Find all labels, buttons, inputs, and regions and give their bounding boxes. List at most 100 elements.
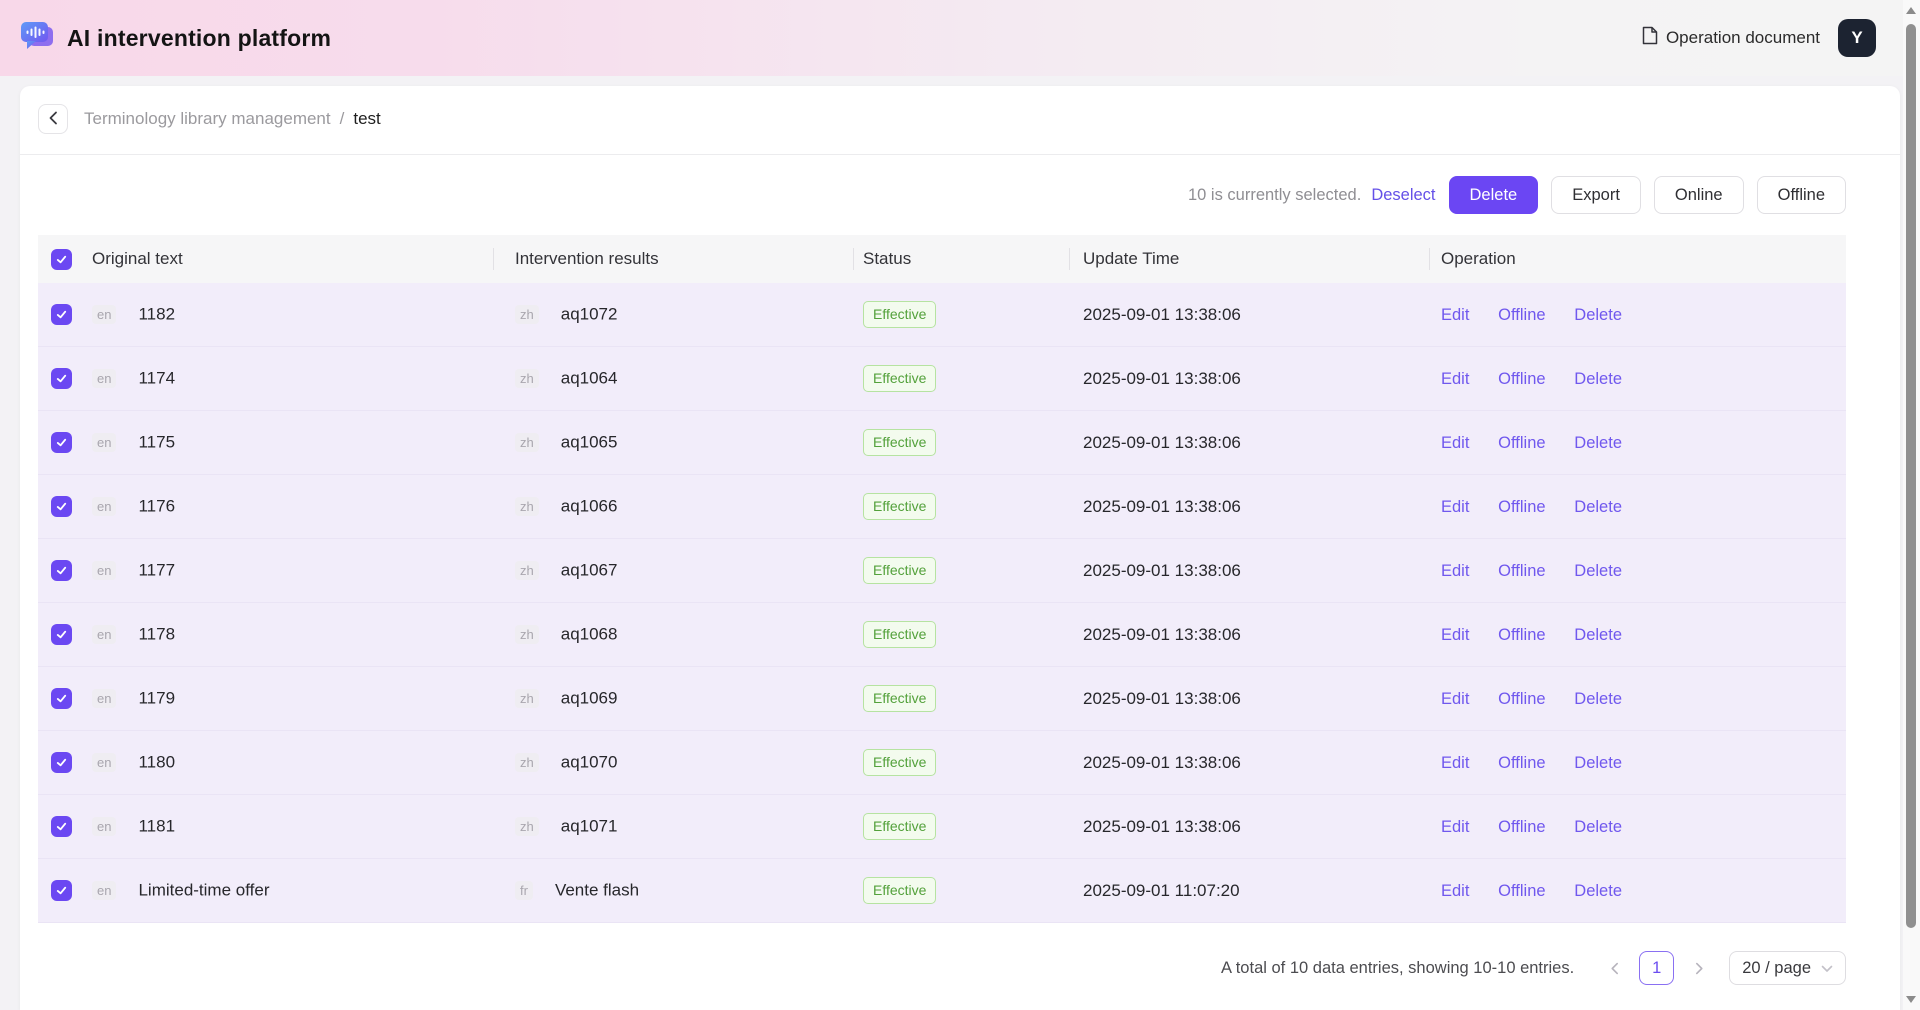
delete-link[interactable]: Delete	[1574, 754, 1622, 772]
edit-link[interactable]: Edit	[1441, 498, 1469, 516]
row-checkbox[interactable]	[51, 880, 72, 901]
update-time-cell: 2025-09-01 11:07:20	[1069, 881, 1429, 901]
edit-link[interactable]: Edit	[1441, 690, 1469, 708]
table-row: en1181 zhaq1071 Effective 2025-09-01 13:…	[38, 795, 1846, 859]
offline-link[interactable]: Offline	[1498, 434, 1545, 452]
status-badge: Effective	[863, 557, 936, 583]
delete-button[interactable]: Delete	[1449, 176, 1539, 214]
column-header-status: Status	[853, 235, 1069, 283]
select-all-checkbox[interactable]	[51, 249, 72, 270]
offline-link[interactable]: Offline	[1498, 498, 1545, 516]
offline-link[interactable]: Offline	[1498, 562, 1545, 580]
row-checkbox[interactable]	[51, 688, 72, 709]
deselect-link[interactable]: Deselect	[1371, 186, 1435, 205]
edit-link[interactable]: Edit	[1441, 626, 1469, 644]
avatar[interactable]: Y	[1838, 19, 1876, 57]
terminology-table: Original text Intervention results Statu…	[38, 235, 1846, 923]
original-text-value: 1176	[138, 497, 175, 516]
operation-document-link[interactable]: Operation document	[1642, 26, 1820, 50]
update-time-value: 2025-09-01 13:38:06	[1083, 625, 1241, 644]
online-button[interactable]: Online	[1654, 176, 1744, 214]
pagination: A total of 10 data entries, showing 10-1…	[1221, 951, 1846, 985]
row-checkbox[interactable]	[51, 624, 72, 645]
edit-link[interactable]: Edit	[1441, 754, 1469, 772]
row-checkbox[interactable]	[51, 432, 72, 453]
edit-link[interactable]: Edit	[1441, 434, 1469, 452]
edit-link[interactable]: Edit	[1441, 882, 1469, 900]
edit-link[interactable]: Edit	[1441, 818, 1469, 836]
status-badge: Effective	[863, 301, 936, 327]
back-button[interactable]	[38, 104, 68, 134]
target-lang-tag: zh	[515, 817, 539, 836]
table-row: en1180 zhaq1070 Effective 2025-09-01 13:…	[38, 731, 1846, 795]
offline-link[interactable]: Offline	[1498, 626, 1545, 644]
prev-page-button[interactable]	[1603, 962, 1625, 975]
original-text-value: 1175	[138, 433, 175, 452]
operation-cell: Edit Offline Delete	[1429, 561, 1846, 581]
intervention-result-cell: zhaq1070	[493, 752, 853, 773]
export-button[interactable]: Export	[1551, 176, 1641, 214]
operation-cell: Edit Offline Delete	[1429, 625, 1846, 645]
delete-link[interactable]: Delete	[1574, 690, 1622, 708]
status-badge: Effective	[863, 813, 936, 839]
row-checkbox[interactable]	[51, 496, 72, 517]
row-checkbox-cell	[38, 752, 84, 773]
delete-link[interactable]: Delete	[1574, 882, 1622, 900]
vertical-scrollbar[interactable]	[1903, 0, 1920, 1010]
update-time-cell: 2025-09-01 13:38:06	[1069, 369, 1429, 389]
delete-link[interactable]: Delete	[1574, 626, 1622, 644]
status-cell: Effective	[853, 749, 1069, 775]
offline-button[interactable]: Offline	[1757, 176, 1846, 214]
update-time-value: 2025-09-01 13:38:06	[1083, 305, 1241, 324]
breadcrumb-parent[interactable]: Terminology library management	[84, 109, 331, 129]
offline-link[interactable]: Offline	[1498, 306, 1545, 324]
row-checkbox[interactable]	[51, 304, 72, 325]
table-row: en1175 zhaq1065 Effective 2025-09-01 13:…	[38, 411, 1846, 475]
offline-link[interactable]: Offline	[1498, 754, 1545, 772]
original-text-cell: enLimited-time offer	[84, 880, 493, 901]
original-text-cell: en 1175	[84, 432, 493, 453]
delete-link[interactable]: Delete	[1574, 818, 1622, 836]
original-text-cell: en1178	[84, 624, 493, 645]
scroll-down-arrow-icon[interactable]	[1906, 996, 1916, 1003]
app-logo-icon	[20, 20, 54, 56]
page-size-select[interactable]: 20 / page	[1729, 951, 1846, 985]
page-1-button[interactable]: 1	[1639, 951, 1674, 985]
app-header: AI intervention platform Operation docum…	[0, 0, 1920, 76]
status-badge: Effective	[863, 749, 936, 775]
row-checkbox-cell	[38, 816, 84, 837]
delete-link[interactable]: Delete	[1574, 562, 1622, 580]
edit-link[interactable]: Edit	[1441, 306, 1469, 324]
intervention-result-cell: zhaq1068	[493, 624, 853, 645]
row-checkbox-cell	[38, 560, 84, 581]
delete-link[interactable]: Delete	[1574, 498, 1622, 516]
intervention-result-value: aq1068	[561, 625, 618, 644]
row-checkbox[interactable]	[51, 368, 72, 389]
status-badge: Effective	[863, 429, 936, 455]
status-badge: Effective	[863, 365, 936, 391]
intervention-result-value: aq1070	[561, 753, 618, 772]
delete-link[interactable]: Delete	[1574, 434, 1622, 452]
status-cell: Effective	[853, 493, 1069, 519]
row-checkbox[interactable]	[51, 816, 72, 837]
delete-link[interactable]: Delete	[1574, 370, 1622, 388]
row-checkbox[interactable]	[51, 560, 72, 581]
status-cell: Effective	[853, 877, 1069, 903]
offline-link[interactable]: Offline	[1498, 690, 1545, 708]
edit-link[interactable]: Edit	[1441, 562, 1469, 580]
row-checkbox[interactable]	[51, 752, 72, 773]
delete-link[interactable]: Delete	[1574, 306, 1622, 324]
offline-link[interactable]: Offline	[1498, 818, 1545, 836]
status-badge: Effective	[863, 685, 936, 711]
operation-cell: Edit Offline Delete	[1429, 497, 1846, 517]
next-page-button[interactable]	[1688, 962, 1710, 975]
offline-link[interactable]: Offline	[1498, 882, 1545, 900]
offline-link[interactable]: Offline	[1498, 370, 1545, 388]
operation-cell: Edit Offline Delete	[1429, 305, 1846, 325]
edit-link[interactable]: Edit	[1441, 370, 1469, 388]
source-lang-tag: en	[92, 369, 116, 388]
source-lang-tag: en	[92, 433, 116, 452]
scrollbar-thumb[interactable]	[1906, 24, 1916, 928]
update-time-value: 2025-09-01 13:38:06	[1083, 497, 1241, 516]
scroll-up-arrow-icon[interactable]	[1906, 7, 1916, 14]
